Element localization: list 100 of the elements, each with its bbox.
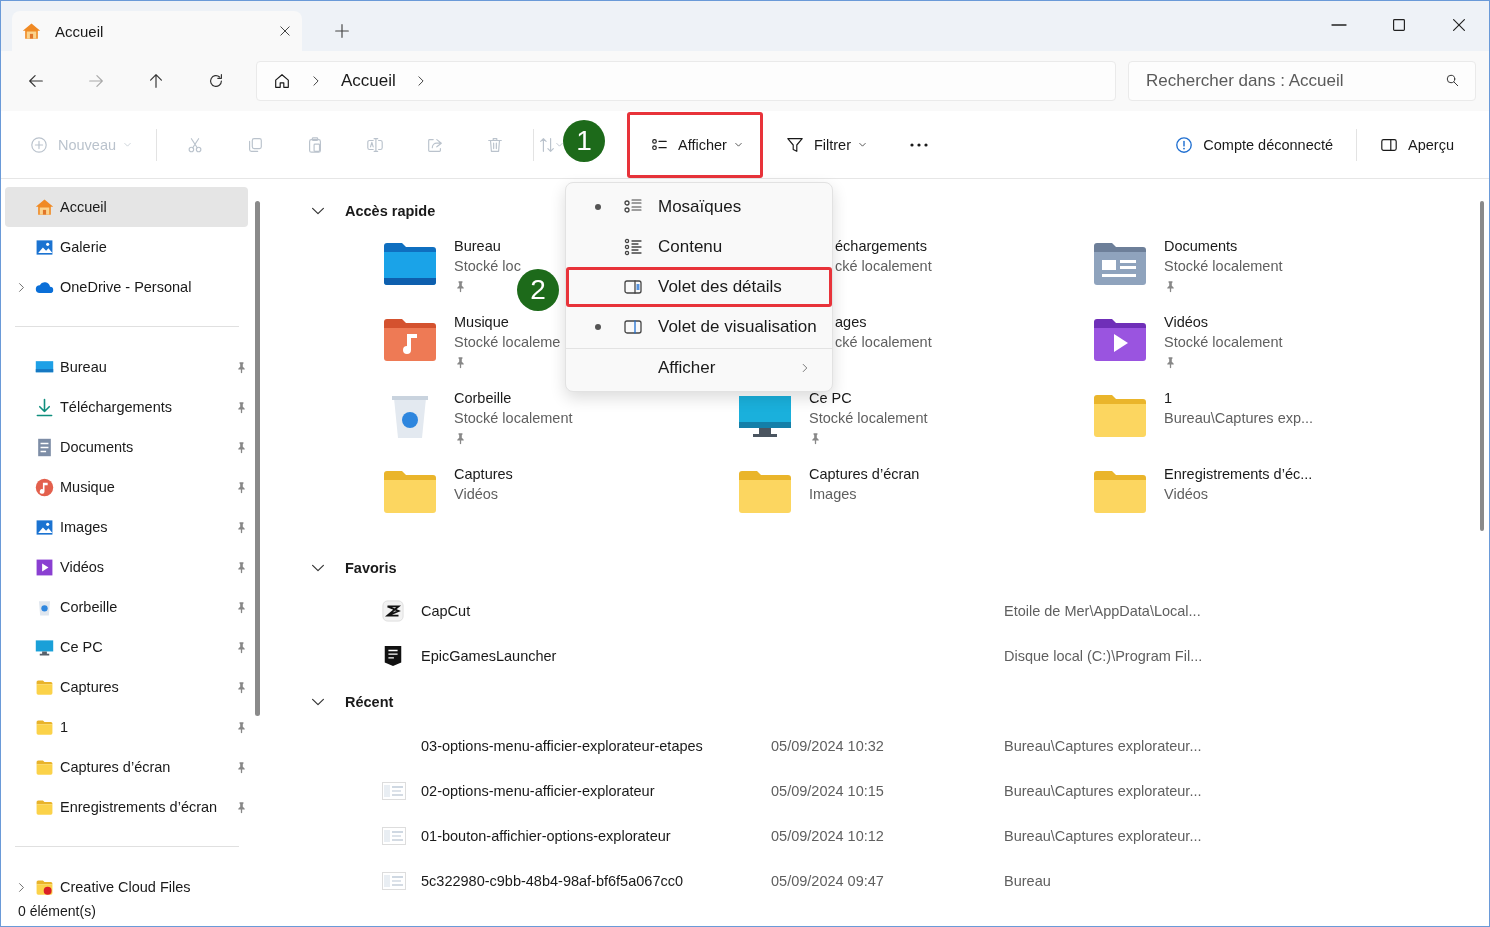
search-icon [1445, 73, 1460, 88]
file-name[interactable]: CapCut [421, 602, 1004, 619]
file-name[interactable]: 03-options-menu-afficier-explorateur-etapes [421, 737, 771, 754]
folder-icon [35, 877, 54, 896]
document-folder-icon [1092, 240, 1148, 288]
sidebar-item[interactable]: Téléchargements [5, 387, 248, 427]
file-date: 05/09/2024 10:12 [771, 827, 885, 844]
menu-item[interactable]: Volet des détails [566, 267, 832, 307]
download-icon [35, 397, 54, 417]
sidebar-item[interactable]: Captures d’écran [5, 747, 248, 787]
tile-title[interactable]: Bureau [454, 236, 521, 256]
toolbar-button[interactable]: Aperçu [1365, 124, 1469, 165]
menu-item[interactable]: Afficher [566, 349, 832, 387]
list-icon [623, 237, 643, 257]
file-date: 05/09/2024 10:32 [771, 737, 885, 754]
sidebar-item[interactable]: Ce PC [5, 627, 248, 667]
video-folder-icon [1092, 316, 1148, 364]
forward-arrow-icon [87, 72, 105, 90]
scrollbar[interactable] [255, 201, 260, 716]
bullet-icon [595, 324, 601, 330]
tile-title[interactable]: 1 [1164, 388, 1314, 408]
folder-icon [35, 717, 54, 737]
tile-subtitle: Images [809, 485, 858, 504]
tile-subtitle: Stocké localement [1164, 333, 1283, 352]
preview-pane-icon [623, 317, 643, 337]
tile-title[interactable]: échargements [835, 236, 932, 256]
home-icon [273, 72, 291, 90]
file-location: Bureau [1004, 872, 1051, 889]
section-header: Récent [345, 694, 394, 710]
document-icon [35, 437, 54, 457]
file-date: 05/09/2024 10:15 [771, 782, 885, 799]
sidebar-item[interactable]: OneDrive - Personal [5, 267, 248, 307]
folder-icon [1092, 468, 1148, 516]
tile-title[interactable]: Corbeille [454, 388, 573, 408]
file-location: Disque local (C:)\Program Fil... [1004, 647, 1203, 664]
sidebar-item[interactable]: Bureau [5, 347, 248, 387]
folder-icon [35, 797, 54, 817]
tile-subtitle: cké localement [835, 257, 932, 276]
sidebar-item[interactable]: Musique [5, 467, 248, 507]
tile-title[interactable]: Captures [454, 464, 513, 484]
sidebar-item[interactable]: Captures [5, 667, 248, 707]
toolbar-button[interactable]: Compte déconnecté [1160, 124, 1349, 165]
menu-item[interactable]: Volet de visualisation [566, 307, 832, 347]
thumbnail-icon [382, 826, 406, 845]
maximize-icon [1390, 16, 1408, 34]
tile-subtitle: Vidéos [454, 485, 500, 504]
folder-icon [382, 240, 438, 288]
folder-icon [1092, 392, 1148, 440]
file-location: Bureau\Captures explorateur... [1004, 827, 1202, 844]
search-field[interactable]: Rechercher dans : Accueil [1128, 61, 1476, 101]
tile-title[interactable]: Captures d’écran [809, 464, 920, 484]
tile-title[interactable]: Musique [454, 312, 561, 332]
file-name[interactable]: 5c322980-c9bb-48b4-98af-bf6f5a067cc0 [421, 872, 771, 889]
tile-subtitle: Vidéos [1164, 485, 1210, 504]
breadcrumb[interactable]: Accueil [341, 71, 396, 91]
sidebar-item[interactable]: Images [5, 507, 248, 547]
sidebar-item[interactable]: Documents [5, 427, 248, 467]
sidebar-item[interactable]: Galerie [5, 227, 248, 267]
sidebar-item[interactable]: Creative Cloud Files [5, 867, 248, 896]
tile-subtitle: Bureau\Captures exp... [1164, 409, 1314, 428]
address-bar[interactable]: Accueil [256, 61, 1116, 101]
sidebar-item[interactable]: Vidéos [5, 547, 248, 587]
folder-icon [737, 468, 793, 516]
details-pane-icon [623, 277, 643, 297]
home-icon [22, 21, 41, 41]
app-icon [382, 644, 404, 667]
file-name[interactable]: EpicGamesLauncher [421, 647, 1004, 664]
step-badge: 1 [563, 120, 605, 162]
status-text: 0 élément(s) [18, 903, 96, 919]
file-location: Bureau\Captures explorateur... [1004, 737, 1202, 754]
tile-subtitle: Stocké localement [1164, 257, 1283, 276]
refresh-icon [207, 72, 225, 90]
music-folder-icon [382, 316, 438, 364]
file-location: Etoile de Mer\AppData\Local... [1004, 602, 1201, 619]
tile-title[interactable]: Vidéos [1164, 312, 1283, 332]
folder-icon [35, 757, 54, 777]
tile-title[interactable]: Documents [1164, 236, 1283, 256]
minimize-icon [1331, 23, 1347, 27]
tile-subtitle: Stocké localeme [454, 333, 561, 352]
monitor-icon [35, 637, 54, 657]
sidebar-item[interactable]: Enregistrements d’écran [5, 787, 248, 827]
tile-title[interactable]: Enregistrements d’éc... [1164, 464, 1313, 484]
file-name[interactable]: 01-bouton-affichier-options-explorateur [421, 827, 771, 844]
menu-item[interactable]: Mosaïques [566, 187, 832, 227]
section-header: Favoris [345, 560, 397, 576]
toolbar-button[interactable]: Afficher [627, 111, 763, 178]
scrollbar[interactable] [1480, 201, 1484, 531]
home-icon [35, 197, 54, 217]
sidebar-item[interactable]: Corbeille [5, 587, 248, 627]
tab[interactable]: Accueil [12, 11, 302, 51]
gallery-icon [35, 237, 54, 257]
thumbnail-icon [382, 871, 406, 890]
sidebar-item[interactable]: Accueil [5, 187, 248, 227]
sidebar-item[interactable]: 1 [5, 707, 248, 747]
tile-title[interactable]: Ce PC [809, 388, 928, 408]
file-name[interactable]: 02-options-menu-afficier-explorateur [421, 782, 771, 799]
toolbar-button[interactable]: Filtrer [770, 124, 883, 165]
menu-item[interactable]: Contenu [566, 227, 832, 267]
tile-title[interactable]: ages [835, 312, 932, 332]
tile-subtitle: cké localement [835, 333, 932, 352]
